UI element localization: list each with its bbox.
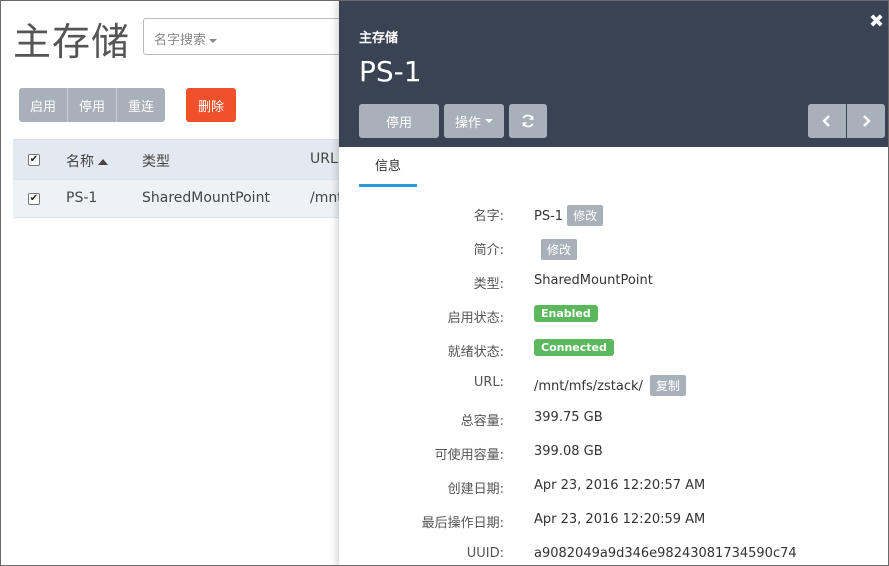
chevron-down-icon xyxy=(209,38,218,43)
copy-url-button[interactable]: 复制 xyxy=(649,375,686,396)
detail-title: PS-1 xyxy=(359,55,422,88)
refresh-button[interactable] xyxy=(509,104,547,138)
chevron-left-icon xyxy=(822,115,830,127)
info-row-last-op-date: 最后操作日期: Apr 23, 2016 12:20:59 AM xyxy=(339,508,888,534)
info-label: 名字: xyxy=(473,209,504,224)
disable-button[interactable]: 停用 xyxy=(68,88,118,122)
info-label: 类型: xyxy=(473,277,504,292)
detail-subtitle: 主存储 xyxy=(359,31,399,46)
info-label: 创建日期: xyxy=(447,482,504,497)
info-label: 可使用容量: xyxy=(434,448,504,463)
chevron-right-icon xyxy=(863,115,871,127)
info-row-total-capacity: 总容量: 399.75 GB xyxy=(339,406,888,432)
info-label: 简介: xyxy=(473,243,504,258)
detail-panel: 主存储 PS-1 ✖ 停用 操作 信息 名字: PS-1 修改 简介: 修改 类型 xyxy=(339,1,888,565)
prev-button[interactable] xyxy=(808,104,846,138)
app-window: 主存储 名字搜索 启用 停用 重连 删除 ✔ 名称 类型 URL ✔ PS-1 … xyxy=(0,0,889,566)
search-input[interactable]: 名字搜索 xyxy=(143,18,353,55)
info-label: 就绪状态: xyxy=(447,345,504,360)
info-row-create-date: 创建日期: Apr 23, 2016 12:20:57 AM xyxy=(339,474,888,500)
list-action-group: 启用 停用 重连 xyxy=(19,88,166,122)
chevron-down-icon xyxy=(485,119,493,123)
select-all-checkbox[interactable]: ✔ xyxy=(28,154,40,166)
refresh-icon xyxy=(522,114,534,128)
info-value: 399.75 GB xyxy=(534,410,603,425)
delete-button[interactable]: 删除 xyxy=(186,88,237,122)
edit-description-button[interactable]: 修改 xyxy=(541,239,578,260)
info-value: SharedMountPoint xyxy=(534,273,653,288)
close-icon[interactable]: ✖ xyxy=(869,13,884,31)
info-label: 最后操作日期: xyxy=(421,516,504,531)
info-value: Apr 23, 2016 12:20:57 AM xyxy=(534,478,706,493)
info-row-status: 就绪状态: Connected xyxy=(339,337,888,363)
next-button[interactable] xyxy=(847,104,885,138)
info-value: Apr 23, 2016 12:20:59 AM xyxy=(534,512,706,527)
info-row-name: 名字: PS-1 修改 xyxy=(339,201,888,227)
info-row-url: URL: /mnt/mfs/zstack/复制 xyxy=(339,371,888,397)
info-row-uuid: UUID: a9082049a9d346e98243081734590c74 xyxy=(339,542,888,565)
status-badge: Connected xyxy=(534,339,614,356)
column-header-type[interactable]: 类型 xyxy=(142,151,170,171)
column-header-url[interactable]: URL xyxy=(310,151,338,167)
row-type: SharedMountPoint xyxy=(142,190,270,206)
info-row-state: 启用状态: Enabled xyxy=(339,303,888,329)
info-label: UUID: xyxy=(466,546,504,561)
info-value: PS-1 修改 xyxy=(534,205,604,226)
column-header-name[interactable]: 名称 xyxy=(66,151,108,171)
reconnect-button[interactable]: 重连 xyxy=(117,88,166,122)
actions-dropdown-button[interactable]: 操作 xyxy=(444,104,504,138)
status-badge: Enabled xyxy=(534,305,598,322)
info-label: 总容量: xyxy=(460,414,504,429)
table-row[interactable]: ✔ PS-1 SharedMountPoint /mnt xyxy=(13,179,343,218)
page-title: 主存储 xyxy=(13,20,131,64)
info-row-description: 简介: 修改 xyxy=(339,235,888,261)
info-value: /mnt/mfs/zstack/复制 xyxy=(534,375,686,396)
info-value: a9082049a9d346e98243081734590c74 xyxy=(534,546,797,561)
detail-header: 主存储 PS-1 ✖ 停用 操作 xyxy=(339,1,888,147)
row-url: /mnt xyxy=(310,190,343,206)
info-row-type: 类型: SharedMountPoint xyxy=(339,269,888,295)
info-value: 修改 xyxy=(534,239,578,260)
edit-name-button[interactable]: 修改 xyxy=(567,205,604,226)
info-label: 启用状态: xyxy=(447,311,504,326)
table-header: ✔ 名称 类型 URL xyxy=(13,139,343,179)
info-row-available-capacity: 可使用容量: 399.08 GB xyxy=(339,440,888,466)
detail-disable-button[interactable]: 停用 xyxy=(359,104,439,138)
row-name[interactable]: PS-1 xyxy=(66,190,97,206)
info-label: URL: xyxy=(473,375,504,390)
sort-asc-icon xyxy=(98,159,108,165)
info-value: Connected xyxy=(534,339,614,356)
enable-button[interactable]: 启用 xyxy=(19,88,69,122)
info-value: 399.08 GB xyxy=(534,444,603,459)
info-value: Enabled xyxy=(534,305,598,322)
search-placeholder: 名字搜索 xyxy=(154,29,218,48)
tab-info[interactable]: 信息 xyxy=(359,153,417,187)
row-checkbox[interactable]: ✔ xyxy=(28,193,40,205)
